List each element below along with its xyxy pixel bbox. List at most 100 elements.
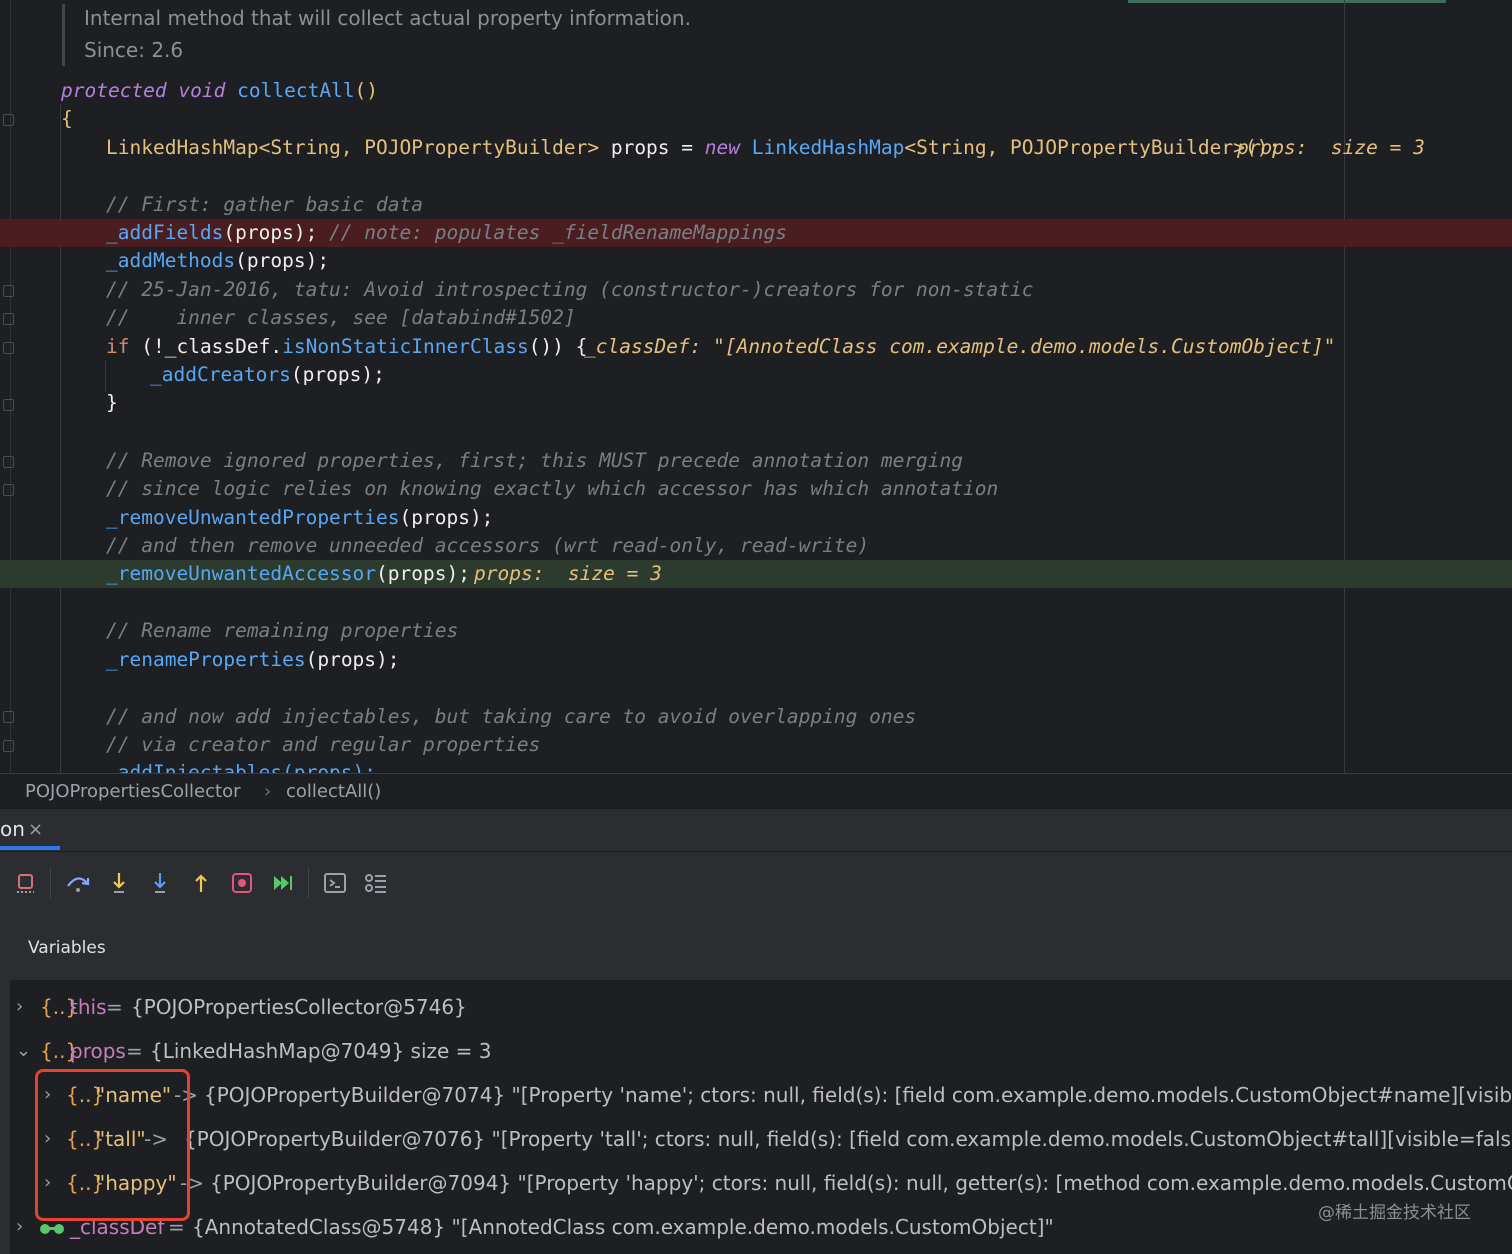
expand-chevron-icon[interactable]: › — [16, 1207, 23, 1247]
code-line: if (!_classDef.isNonStaticInnerClass()) … — [0, 333, 1512, 361]
method-call: _removeUnwantedAccessor — [106, 562, 377, 585]
class-name: LinkedHashMap — [106, 136, 259, 159]
variable-value: {LinkedHashMap@7049} size = 3 — [150, 1039, 492, 1063]
method-call: _removeUnwantedProperties — [106, 506, 400, 529]
evaluate-icon[interactable] — [322, 870, 348, 896]
brace: { — [61, 107, 73, 130]
comment: // inner classes, see [databind#1502] — [106, 306, 576, 329]
debug-toolbar — [0, 852, 1512, 914]
generic-type: <String, POJOPropertyBuilder> — [258, 136, 600, 159]
variable-name: props — [70, 1039, 126, 1063]
breadcrumb-method[interactable]: collectAll() — [286, 781, 381, 802]
variables-panel[interactable]: › {..} this = {POJOPropertiesCollector@5… — [10, 980, 1512, 1254]
dot: . — [270, 335, 283, 358]
variable-row-props[interactable]: ⌄ {..} props = {LinkedHashMap@7049} size… — [10, 1031, 1512, 1071]
comment: // since logic relies on knowing exactly… — [106, 477, 999, 500]
comment: // and now add injectables, but taking c… — [106, 705, 917, 728]
step-over-icon[interactable] — [65, 870, 91, 896]
keyword: if — [106, 335, 130, 358]
variable-value: {POJOPropertyBuilder@7094} "[Property 'h… — [210, 1171, 1512, 1195]
method-call: isNonStaticInnerClass — [282, 335, 529, 358]
inline-debug-value: _classDef: "[AnnotedClass com.example.de… — [584, 335, 1336, 358]
code-line: // via creator and regular properties — [0, 731, 1512, 759]
step-into-icon[interactable] — [106, 870, 132, 896]
code-line: _addInjectables(props); — [0, 759, 1512, 773]
execution-point-line: _removeUnwantedAccessor(props); props: s… — [0, 560, 1512, 588]
toolbar-separator — [308, 868, 309, 898]
comment: // via creator and regular properties — [106, 733, 541, 756]
code-line: // since logic relies on knowing exactly… — [0, 475, 1512, 503]
comment: // Remove ignored properties, first; thi… — [106, 449, 964, 472]
code-line: } — [0, 389, 1512, 417]
code-line: protected void collectAll() — [0, 77, 1512, 105]
doc-comment-bar — [62, 4, 65, 66]
variable-value: {AnnotatedClass@5748} "[AnnotedClass com… — [192, 1215, 1054, 1239]
class-name: LinkedHashMap — [740, 136, 905, 159]
scroll-indicator — [1128, 0, 1446, 3]
method-call: _addMethods — [106, 249, 236, 272]
parens: () — [354, 79, 379, 102]
inline-debug-value: props: size = 3 — [474, 562, 662, 585]
expand-chevron-icon[interactable]: › — [16, 987, 23, 1027]
active-tab-indicator — [0, 846, 60, 850]
args: (props); — [305, 648, 400, 671]
comment: // and then remove unneeded accessors (w… — [106, 534, 870, 557]
variable-value: {POJOPropertiesCollector@5746} — [131, 995, 467, 1019]
doc-comment-text: Internal method that will collect actual… — [84, 6, 691, 30]
close-icon[interactable]: × — [28, 819, 43, 840]
keyword: void — [178, 79, 226, 102]
operator: (! — [129, 335, 165, 358]
args: (props); — [290, 363, 385, 386]
resume-icon[interactable] — [270, 870, 296, 896]
highlight-annotation-box — [35, 1069, 190, 1221]
comment: // note: populates _fieldRenameMappings — [317, 221, 787, 244]
code-line: _addMethods(props); — [0, 247, 1512, 275]
parens: ()) { — [528, 335, 588, 358]
settings-list-icon[interactable] — [363, 870, 389, 896]
code-line: // Remove ignored properties, first; thi… — [0, 447, 1512, 475]
force-step-into-icon[interactable] — [147, 870, 173, 896]
breakpoint-line: _addFields(props); // note: populates _f… — [0, 219, 1512, 247]
variable-name: this — [70, 995, 107, 1019]
args: (props); — [399, 506, 494, 529]
comment: // Rename remaining properties — [106, 619, 459, 642]
inline-debug-value: props: size = 3 — [1237, 136, 1425, 159]
comment: // 25-Jan-2016, tatu: Avoid introspectin… — [106, 278, 1034, 301]
toolbar-separator — [50, 868, 51, 898]
breadcrumb-class[interactable]: POJOPropertiesCollector — [25, 781, 241, 802]
code-line: // First: gather basic data — [0, 191, 1512, 219]
brace: } — [106, 391, 118, 414]
variable-value: {POJOPropertyBuilder@7076} "[Property 't… — [184, 1127, 1512, 1151]
keyword: new — [704, 136, 740, 159]
variable-row-entry[interactable]: › {..} "tall" -> {POJOPropertyBuilder@70… — [10, 1119, 1512, 1159]
variable-equals: = — [126, 1039, 143, 1063]
doc-comment-since: Since: 2.6 — [84, 38, 184, 62]
method-call: _addFields — [106, 221, 224, 244]
method-name: collectAll — [237, 79, 355, 102]
variable-row-classdef[interactable]: › _classDef = {AnnotatedClass@5748} "[An… — [10, 1207, 1512, 1247]
code-line: _addCreators(props); — [0, 361, 1512, 389]
code-line: _renameProperties(props); — [0, 646, 1512, 674]
variable-row-this[interactable]: › {..} this = {POJOPropertiesCollector@5… — [10, 987, 1512, 1027]
stop-frame-icon[interactable] — [13, 870, 39, 896]
watermark: @稀土掘金技术社区 — [1318, 1203, 1471, 1223]
collapse-chevron-icon[interactable]: ⌄ — [16, 1031, 31, 1071]
code-line: // 25-Jan-2016, tatu: Avoid introspectin… — [0, 276, 1512, 304]
keyword: protected — [61, 79, 167, 102]
variable: _classDef — [164, 335, 271, 358]
method-call: _addInjectables(props); — [106, 761, 377, 773]
variable-row-entry[interactable]: › {..} "name" -> {POJOPropertyBuilder@70… — [10, 1075, 1512, 1115]
step-out-icon[interactable] — [188, 870, 214, 896]
variable-row-entry[interactable]: › {..} "happy" -> {POJOPropertyBuilder@7… — [10, 1163, 1512, 1203]
args: (props); — [235, 249, 330, 272]
comment: // First: gather basic data — [106, 193, 423, 216]
code-line: // inner classes, see [databind#1502] — [0, 304, 1512, 332]
variables-header: Variables — [28, 938, 106, 958]
run-to-cursor-icon[interactable] — [229, 870, 255, 896]
method-call: _renameProperties — [106, 648, 306, 671]
code-line: _removeUnwantedProperties(props); — [0, 504, 1512, 532]
code-editor[interactable]: Internal method that will collect actual… — [0, 0, 1512, 773]
breadcrumb: POJOPropertiesCollector › collectAll() — [0, 773, 1512, 810]
tab-debug-session[interactable]: on — [0, 817, 25, 841]
args: (props); — [223, 221, 318, 244]
